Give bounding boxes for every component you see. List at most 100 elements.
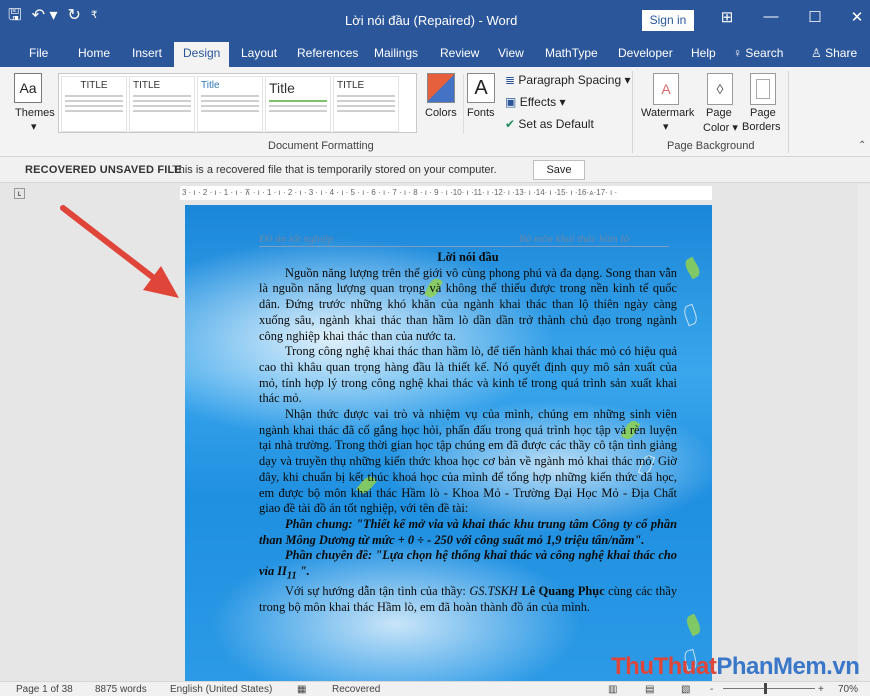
site-watermark-logo: ThuThuatPhanMem.vn: [611, 653, 860, 680]
tell-me-search[interactable]: ♀ Search: [733, 46, 783, 60]
share-person-icon: ♙: [811, 46, 826, 60]
page-color-button[interactable]: ◊: [707, 73, 733, 105]
paragraph: Nguồn năng lượng trên thế giới vô cùng p…: [259, 265, 677, 343]
fonts-label: Fonts: [467, 107, 495, 119]
zoom-in-button[interactable]: +: [818, 684, 824, 695]
customize-qat-icon[interactable]: ₹: [91, 8, 97, 24]
fonts-icon: A: [474, 77, 488, 99]
tab-references[interactable]: References: [297, 46, 358, 60]
zoom-level[interactable]: 70%: [838, 684, 858, 695]
document-body[interactable]: Lời nói đầu Nguồn năng lượng trên thế gi…: [259, 250, 677, 616]
tab-mailings[interactable]: Mailings: [374, 46, 418, 60]
macro-record-icon[interactable]: ▦: [297, 684, 306, 695]
fonts-button[interactable]: A: [467, 73, 495, 103]
group-separator: [788, 71, 789, 153]
tab-help[interactable]: Help: [691, 46, 716, 60]
page-borders-icon: [756, 79, 770, 99]
tab-developer[interactable]: Developer: [618, 46, 673, 60]
page-header-left: Đồ án tốt nghiệp: [259, 233, 334, 245]
watermark-label: Watermark: [641, 107, 695, 119]
sign-in-button[interactable]: Sign in: [642, 10, 694, 31]
watermark-button[interactable]: A: [653, 73, 679, 105]
message-bar-text: This is a recovered file that is tempora…: [172, 164, 497, 176]
style-set-thumb[interactable]: Title: [197, 76, 263, 132]
zoom-slider[interactable]: [723, 688, 815, 689]
tab-view[interactable]: View: [498, 46, 524, 60]
paragraph: Phần chuyên đề: "Lựa chọn hệ thống khai …: [259, 548, 677, 582]
print-layout-icon[interactable]: ▤: [645, 684, 654, 695]
style-set-thumb[interactable]: TITLE: [333, 76, 399, 132]
recovered-file-bar: RECOVERED UNSAVED FILE This is a recover…: [0, 157, 870, 183]
horizontal-ruler[interactable]: 3 · ı · 2 · ı · 1 · ı · ⊼ · ı · 1 · ı · …: [180, 186, 712, 200]
watermark-dropdown-icon: ▾: [663, 121, 669, 133]
collapse-ribbon-icon[interactable]: ⌃: [858, 140, 866, 151]
page-color-icon: ◊: [716, 81, 724, 97]
document-heading: Lời nói đầu: [437, 250, 499, 264]
language-indicator[interactable]: English (United States): [170, 684, 272, 695]
vertical-scrollbar[interactable]: [858, 184, 870, 681]
paragraph-spacing-button[interactable]: ≣ Paragraph Spacing ▾: [505, 73, 631, 87]
document-page[interactable]: Đồ án tốt nghiệp Bộ môn khai thác hầm lò…: [185, 205, 712, 681]
colors-button[interactable]: [427, 73, 455, 103]
web-layout-icon[interactable]: ▧: [681, 684, 690, 695]
header-rule: [259, 246, 669, 247]
save-icon[interactable]: 🖫: [8, 8, 22, 24]
maximize-icon[interactable]: ☐: [800, 8, 830, 26]
paragraph: Trong công nghệ khai thác than hầm lò, đ…: [259, 344, 677, 406]
document-title: Lời nói đầu (Repaired) - Word: [345, 13, 518, 28]
status-bar: Page 1 of 38 8875 words English (United …: [0, 681, 870, 696]
style-set-thumb[interactable]: TITLE: [129, 76, 195, 132]
colors-label: Colors: [425, 107, 457, 119]
undo-icon[interactable]: ↶ ▾: [32, 8, 58, 24]
quick-access-toolbar: 🖫 ↶ ▾ ↻ ₹: [8, 8, 97, 24]
document-formatting-group-label: Document Formatting: [268, 140, 374, 152]
paragraph: Phần chung: "Thiết kế mở via và khai thá…: [259, 516, 677, 547]
red-arrow-icon: [60, 205, 179, 298]
page-borders-button[interactable]: [750, 73, 776, 105]
leaf-decoration: [684, 613, 703, 637]
redo-icon[interactable]: ↻: [68, 8, 81, 24]
title-bar: 🖫 ↶ ▾ ↻ ₹ Lời nói đầu (Repaired) - Word …: [0, 0, 870, 40]
tab-review[interactable]: Review: [440, 46, 479, 60]
colors-icon: [427, 73, 455, 103]
style-set-thumb[interactable]: Title: [265, 76, 331, 132]
page-count[interactable]: Page 1 of 38: [16, 684, 73, 695]
read-mode-icon[interactable]: ▥: [608, 684, 617, 695]
lightbulb-icon: ♀: [733, 46, 746, 60]
themes-button[interactable]: Aa: [14, 73, 42, 103]
zoom-out-button[interactable]: -: [710, 684, 713, 695]
paragraph-spacing-icon: ≣: [505, 73, 516, 87]
tab-home[interactable]: Home: [78, 46, 110, 60]
ribbon-display-icon[interactable]: ⊞: [712, 8, 742, 26]
tab-file[interactable]: File: [29, 46, 48, 60]
themes-label: Themes: [15, 107, 55, 119]
share-button[interactable]: ♙ Share: [811, 46, 857, 60]
group-separator: [632, 71, 633, 153]
ribbon-tabs: File Home Insert Design Layout Reference…: [0, 40, 870, 67]
recovered-status: Recovered: [332, 684, 381, 695]
tab-insert[interactable]: Insert: [132, 46, 162, 60]
style-set-gallery[interactable]: TITLE TITLE Title Title TITLE ▲▼⯆: [58, 73, 475, 134]
minimize-icon[interactable]: —: [756, 8, 786, 25]
tab-design[interactable]: Design: [174, 42, 230, 67]
ribbon: Aa Themes ▾ TITLE TITLE Title Title TITL…: [0, 67, 870, 157]
page-borders-label-1: Page: [750, 107, 776, 119]
tab-selector-icon[interactable]: ʟ: [14, 188, 25, 199]
close-icon[interactable]: ✕: [842, 8, 870, 26]
watermark-icon: A: [661, 81, 671, 97]
zoom-slider-thumb[interactable]: [764, 683, 767, 694]
save-button[interactable]: Save: [533, 160, 585, 180]
page-background-group-label: Page Background: [667, 140, 755, 152]
style-set-thumb[interactable]: TITLE: [61, 76, 127, 132]
page-borders-label-2: Borders: [742, 121, 781, 133]
page-color-label-1: Page: [706, 107, 732, 119]
effects-button[interactable]: ▣ Effects ▾: [505, 95, 566, 109]
tab-mathtype[interactable]: MathType: [545, 46, 598, 60]
themes-dropdown-icon: ▾: [31, 121, 37, 133]
effects-icon: ▣: [505, 95, 517, 109]
page-color-label-2: Color ▾: [703, 122, 738, 134]
word-count[interactable]: 8875 words: [95, 684, 147, 695]
leaf-decoration: [681, 303, 700, 327]
tab-layout[interactable]: Layout: [241, 46, 277, 60]
set-as-default-button[interactable]: ✔ Set as Default: [505, 117, 594, 131]
